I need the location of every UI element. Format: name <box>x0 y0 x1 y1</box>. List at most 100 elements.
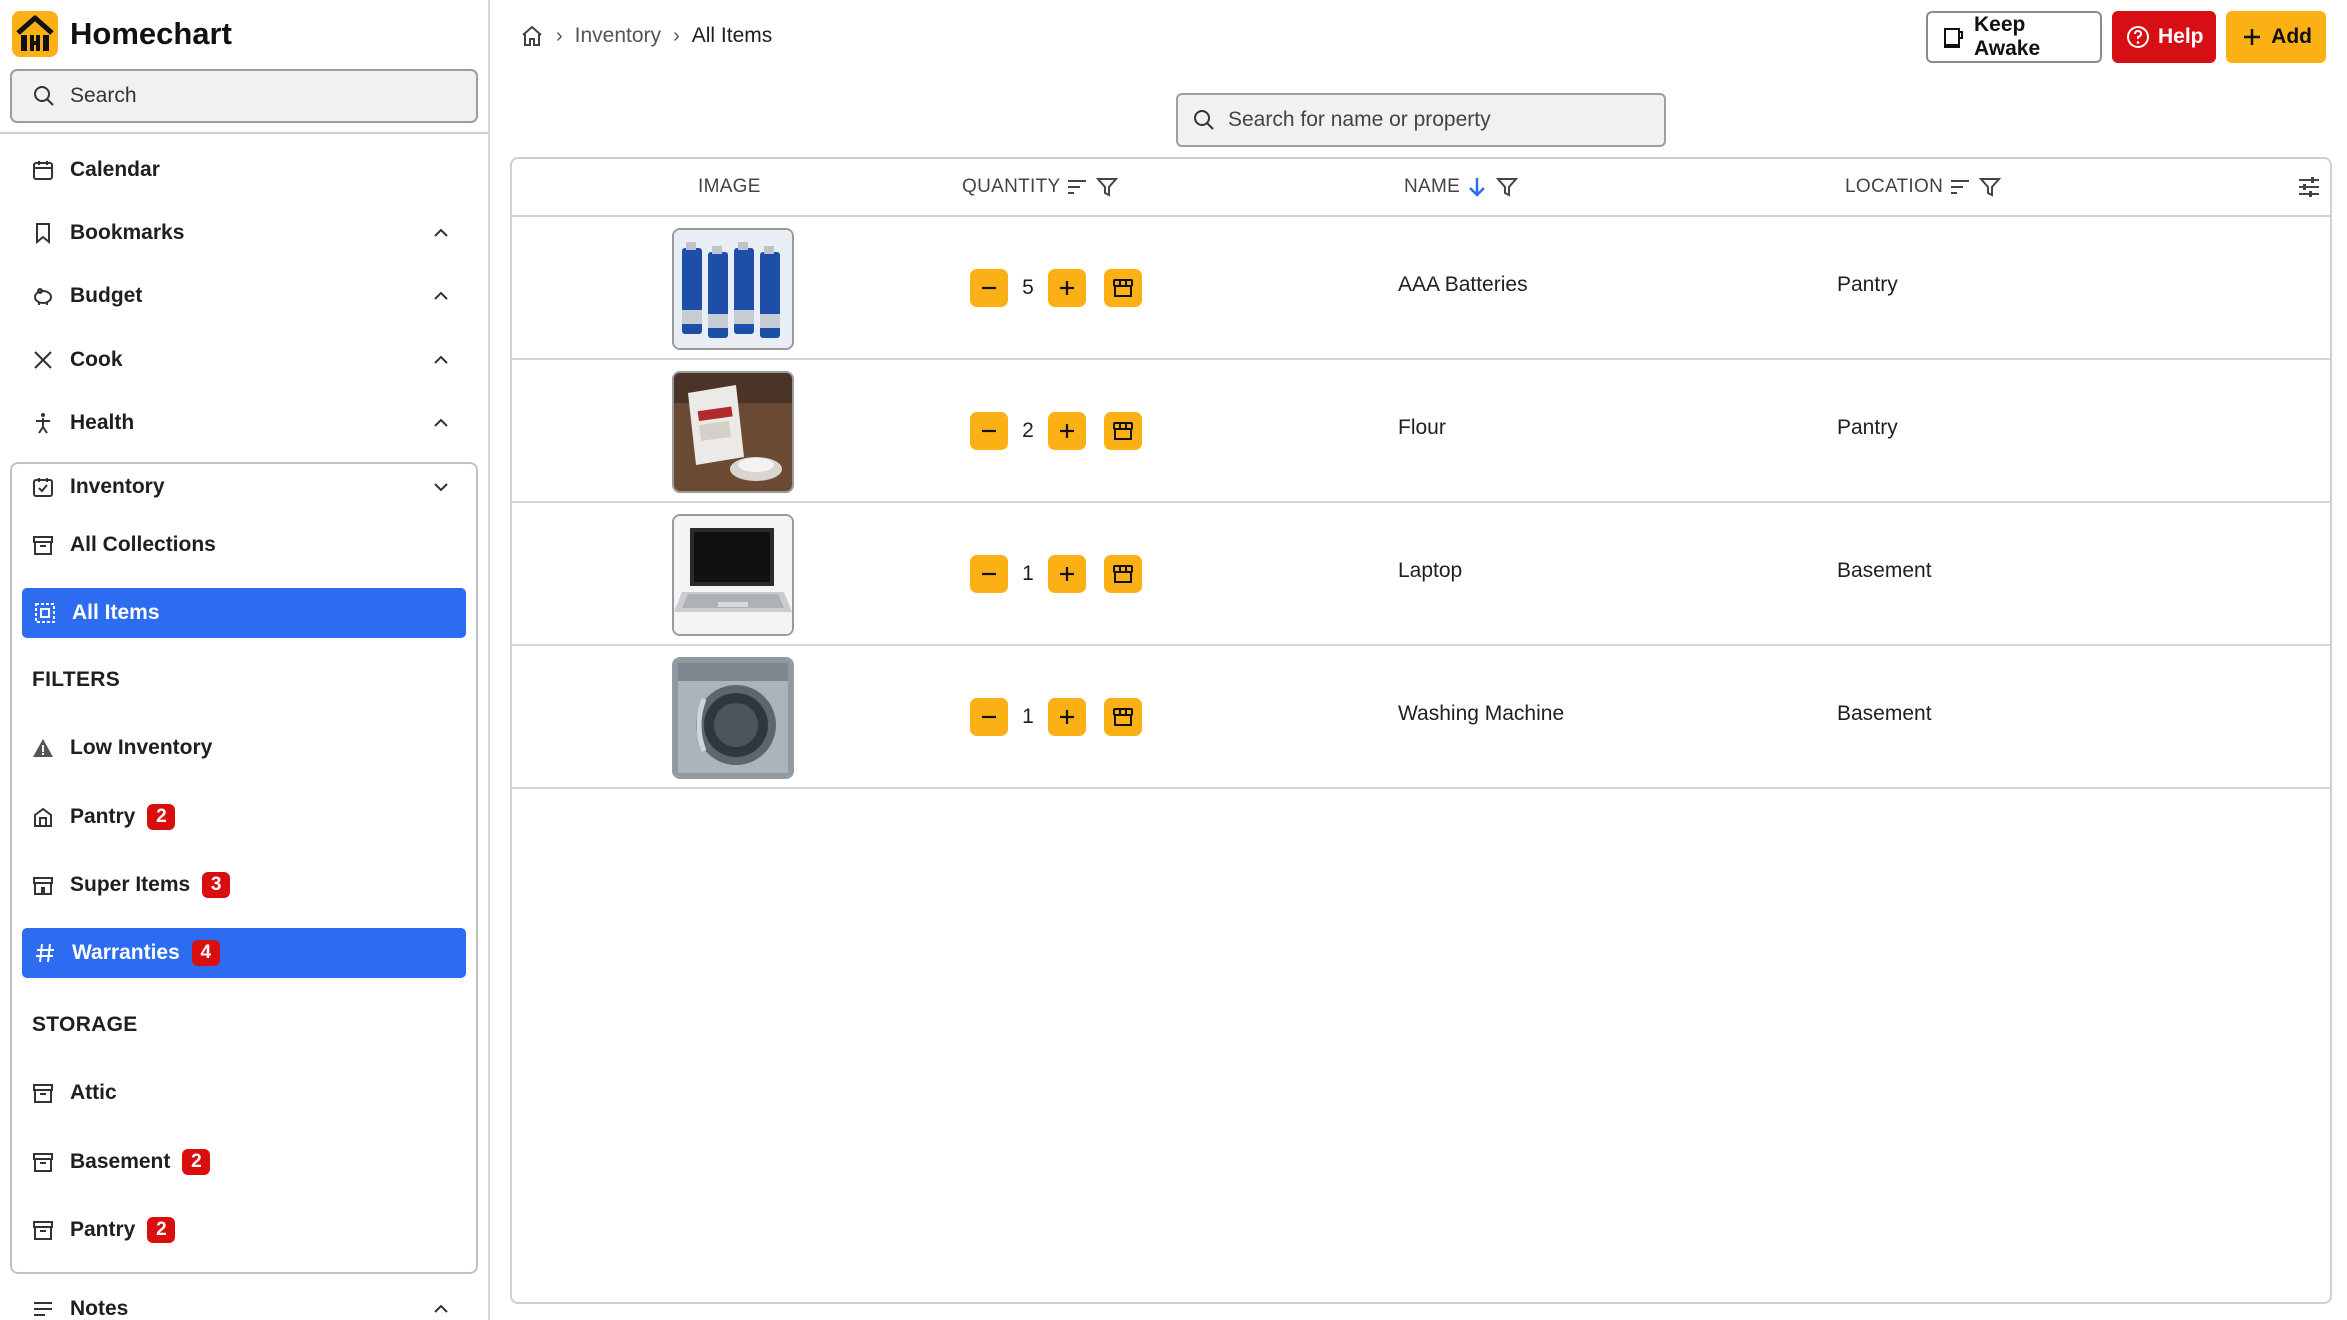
sort-icon[interactable] <box>1064 174 1090 200</box>
item-image-batteries[interactable] <box>672 228 794 350</box>
sidebar-item-label: Basement <box>70 1150 171 1173</box>
sidebar-item-all-items[interactable]: All Items <box>22 588 466 638</box>
count-badge: 4 <box>191 940 220 966</box>
help-button[interactable]: Help <box>2112 11 2216 63</box>
home-icon[interactable] <box>520 24 544 48</box>
sidebar-item-all-collections[interactable]: All Collections <box>30 525 216 565</box>
sidebar-item-storage-pantry[interactable]: Pantry 2 <box>30 1210 176 1250</box>
column-header-quantity[interactable]: QUANTITY <box>962 159 1120 215</box>
item-image-laptop[interactable] <box>672 514 794 636</box>
increase-quantity-button[interactable] <box>1048 412 1086 450</box>
sidebar-item-label: Notes <box>70 1297 129 1320</box>
sidebar-item-calendar[interactable]: Calendar <box>30 150 160 190</box>
sidebar-search[interactable]: Search <box>10 69 478 123</box>
sidebar-item-cook[interactable]: Cook <box>30 340 123 380</box>
item-name[interactable]: Washing Machine <box>1398 702 1564 726</box>
hashtag-icon <box>32 940 58 966</box>
sidebar-item-label: Budget <box>70 284 143 307</box>
sort-descending-icon[interactable] <box>1464 174 1490 200</box>
store-icon[interactable] <box>1104 269 1142 307</box>
item-image-washing-machine[interactable] <box>672 657 794 779</box>
chevron-up-icon[interactable] <box>430 1298 452 1320</box>
sidebar-item-bookmarks[interactable]: Bookmarks <box>30 213 184 253</box>
utensils-icon <box>30 347 56 373</box>
calendar-icon <box>30 157 56 183</box>
column-settings-icon[interactable] <box>2296 174 2322 200</box>
piggy-bank-icon <box>30 283 56 309</box>
item-name[interactable]: Flour <box>1398 416 1446 440</box>
sidebar-item-label: Health <box>70 411 135 434</box>
keep-awake-label: Keep Awake <box>1974 13 2041 60</box>
increase-quantity-button[interactable] <box>1048 269 1086 307</box>
quantity-stepper: 2 <box>970 412 1142 450</box>
sidebar-item-low-inventory[interactable]: Low Inventory <box>30 728 212 768</box>
quantity-value: 1 <box>1022 562 1034 585</box>
item-search[interactable] <box>1176 93 1666 147</box>
storage-heading: STORAGE <box>32 1013 138 1036</box>
item-location: Pantry <box>1837 416 1898 439</box>
sort-icon[interactable] <box>1947 174 1973 200</box>
chevron-down-icon[interactable] <box>430 476 452 498</box>
sidebar-item-budget[interactable]: Budget <box>30 276 142 316</box>
table-row[interactable]: 1 Laptop Basement <box>512 503 2330 646</box>
sidebar-item-inventory[interactable]: Inventory <box>30 467 165 507</box>
count-badge: 2 <box>182 1149 211 1175</box>
filter-icon[interactable] <box>1977 174 2003 200</box>
decrease-quantity-button[interactable] <box>970 698 1008 736</box>
table-row[interactable]: 5 AAA Batteries Pantry <box>512 217 2330 360</box>
breadcrumb-separator-icon: › <box>556 24 563 47</box>
inventory-icon <box>30 474 56 500</box>
table-row[interactable]: 1 Washing Machine Basement <box>512 646 2330 789</box>
item-name[interactable]: AAA Batteries <box>1398 273 1528 297</box>
quantity-value: 1 <box>1022 705 1034 728</box>
sidebar-item-attic[interactable]: Attic <box>30 1073 117 1113</box>
store-icon[interactable] <box>1104 698 1142 736</box>
sidebar-item-label: All Collections <box>70 533 216 556</box>
sidebar-item-label: All Items <box>72 601 160 624</box>
increase-quantity-button[interactable] <box>1048 555 1086 593</box>
sidebar-item-label: Cook <box>70 348 123 371</box>
sidebar-item-filter-pantry[interactable]: Pantry 2 <box>30 797 176 837</box>
sidebar-search-label: Search <box>70 84 137 107</box>
sidebar-item-super-items[interactable]: Super Items 3 <box>30 865 231 905</box>
column-header-location[interactable]: LOCATION <box>1845 159 2003 215</box>
brand[interactable]: Homechart <box>12 10 232 58</box>
quantity-stepper: 1 <box>970 698 1142 736</box>
sidebar-item-label: Super Items <box>70 873 191 896</box>
decrease-quantity-button[interactable] <box>970 269 1008 307</box>
decrease-quantity-button[interactable] <box>970 412 1008 450</box>
item-name[interactable]: Laptop <box>1398 559 1462 583</box>
store-icon[interactable] <box>1104 412 1142 450</box>
chevron-up-icon[interactable] <box>430 349 452 371</box>
sidebar-item-notes[interactable]: Notes <box>30 1289 128 1320</box>
filter-icon[interactable] <box>1494 174 1520 200</box>
archive-icon <box>30 1080 56 1106</box>
table-header: IMAGE QUANTITY NAME LOCATION <box>512 159 2330 217</box>
breadcrumb-separator-icon: › <box>673 24 680 47</box>
column-settings[interactable] <box>2292 159 2322 215</box>
column-header-name[interactable]: NAME <box>1404 159 1520 215</box>
chevron-up-icon[interactable] <box>430 285 452 307</box>
sidebar-item-warranties[interactable]: Warranties 4 <box>22 928 466 978</box>
filter-icon[interactable] <box>1094 174 1120 200</box>
sidebar-item-health[interactable]: Health <box>30 403 134 443</box>
sidebar: Homechart Search Calendar Bookmarks Budg… <box>0 0 490 1320</box>
item-search-input[interactable] <box>1228 108 1648 132</box>
keep-awake-button[interactable]: Keep Awake <box>1926 11 2102 63</box>
add-button[interactable]: Add <box>2226 11 2326 63</box>
chevron-up-icon[interactable] <box>430 222 452 244</box>
decrease-quantity-button[interactable] <box>970 555 1008 593</box>
breadcrumb-inventory[interactable]: Inventory <box>575 24 661 48</box>
search-icon <box>34 86 54 106</box>
increase-quantity-button[interactable] <box>1048 698 1086 736</box>
breadcrumb: › Inventory › All Items <box>520 20 772 52</box>
table-row[interactable]: 2 Flour Pantry <box>512 360 2330 503</box>
item-location: Basement <box>1837 559 1932 582</box>
chevron-up-icon[interactable] <box>430 412 452 434</box>
filters-heading: FILTERS <box>32 668 121 691</box>
item-image-flour[interactable] <box>672 371 794 493</box>
sidebar-item-basement[interactable]: Basement 2 <box>30 1142 211 1182</box>
sidebar-item-label: Pantry <box>70 1218 136 1241</box>
store-icon[interactable] <box>1104 555 1142 593</box>
homechart-logo-icon <box>12 11 58 57</box>
